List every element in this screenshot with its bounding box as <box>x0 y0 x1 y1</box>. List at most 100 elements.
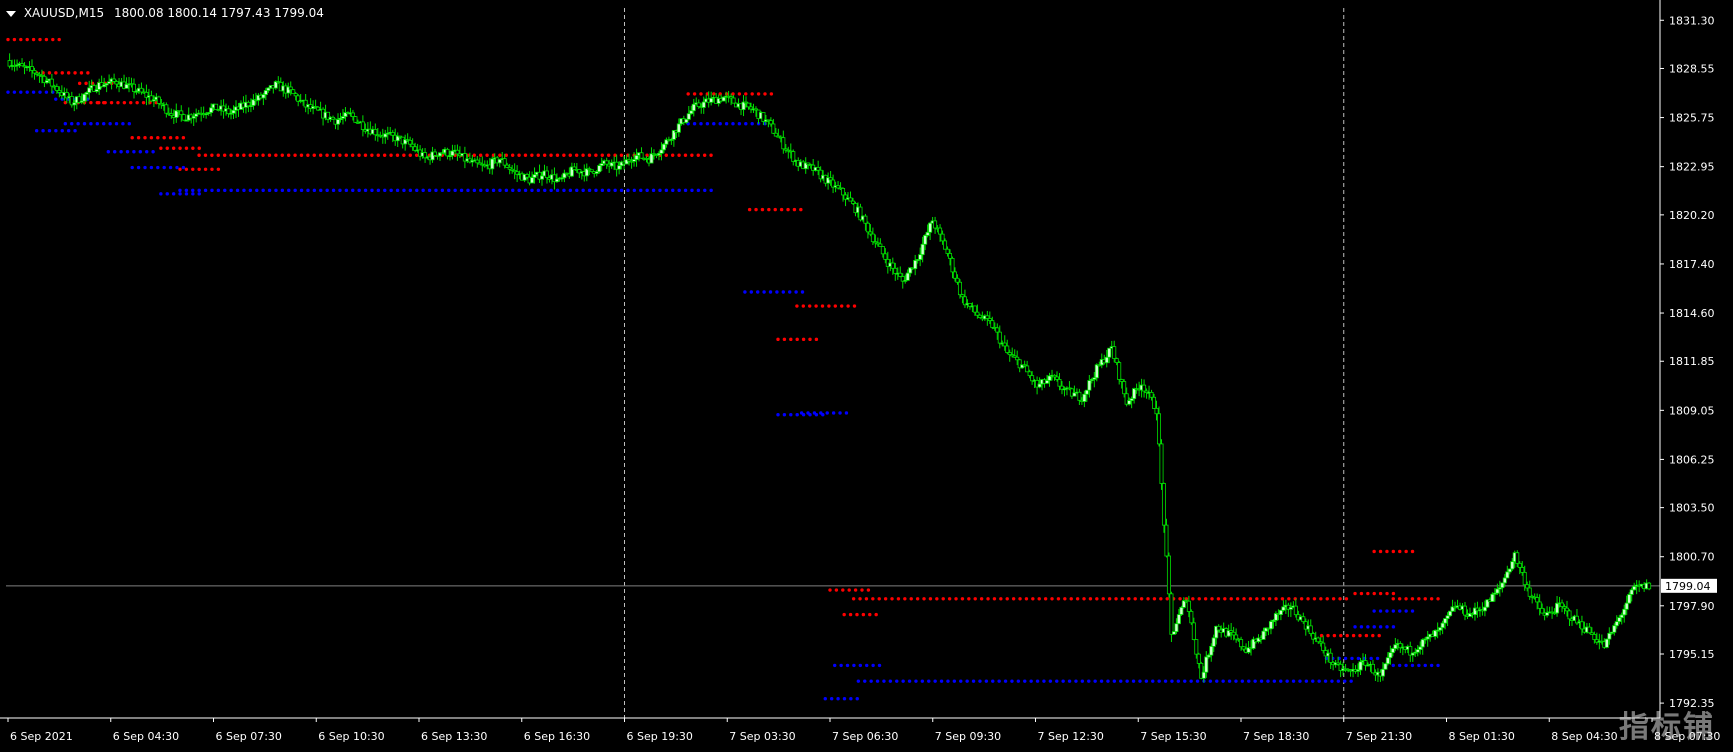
resistance-dot <box>1120 597 1125 601</box>
resistance-dot <box>318 153 323 157</box>
support-dot <box>138 150 143 154</box>
resistance-dot <box>756 92 761 96</box>
support-dot <box>1391 663 1395 668</box>
resistance-dot <box>683 153 688 157</box>
resistance-dot <box>909 597 913 601</box>
support-dot <box>1023 679 1027 683</box>
resistance-dot <box>25 37 29 42</box>
support-dot <box>287 188 291 193</box>
resistance-dot <box>1410 597 1415 601</box>
support-dot <box>344 188 349 193</box>
support-dot <box>1410 663 1415 668</box>
resistance-dot <box>523 153 528 157</box>
resistance-dot <box>370 153 374 157</box>
resistance-dot <box>197 167 201 171</box>
resistance-dot <box>73 71 77 75</box>
bear-candle <box>1161 483 1166 526</box>
bull-candle <box>1448 610 1453 617</box>
bull-candle <box>1209 645 1214 656</box>
bear-candle <box>890 262 895 269</box>
bull-candle <box>701 101 706 108</box>
bull-candle <box>686 113 691 120</box>
support-dot <box>108 122 112 126</box>
bear-candle <box>164 104 169 114</box>
support-dot <box>971 679 976 683</box>
support-dot <box>498 188 502 193</box>
bear-candle <box>880 246 885 255</box>
support-dot <box>485 188 489 193</box>
support-dot <box>1259 679 1264 683</box>
bear-candle <box>1525 584 1530 589</box>
resistance-dot <box>877 597 881 601</box>
support-dot <box>130 165 134 170</box>
resistance-dot <box>562 153 566 157</box>
bear-candle <box>156 96 161 104</box>
support-dot <box>658 188 662 193</box>
bull-candle <box>1082 393 1087 402</box>
support-dot <box>1003 679 1008 683</box>
support-dot <box>1330 679 1334 683</box>
resistance-dot <box>773 207 777 212</box>
time-tick-label: 7 Sep 06:30 <box>832 730 898 743</box>
support-dot <box>47 129 52 133</box>
bull-candle <box>925 231 930 236</box>
support-dot <box>1029 679 1033 683</box>
bear-candle <box>1154 408 1159 415</box>
support-dot <box>839 663 843 668</box>
resistance-dot <box>833 304 838 308</box>
support-dot <box>102 122 106 126</box>
bear-candle <box>746 102 751 108</box>
bull-candle <box>490 158 495 170</box>
support-dot <box>626 188 630 193</box>
symbol-header[interactable]: XAUUSD,M15 1800.08 1800.14 1797.43 1799.… <box>6 6 324 20</box>
resistance-dot <box>1353 591 1357 596</box>
bear-candle <box>1301 616 1306 623</box>
bull-candle <box>1176 614 1181 625</box>
bear-candle <box>1122 381 1127 395</box>
resistance-dot <box>1248 597 1253 601</box>
resistance-dot <box>197 153 201 157</box>
resistance-dot <box>222 153 227 157</box>
candlestick-chart[interactable]: 1831.30 1828.55 1825.75 1822.95 1820.20 1817.… <box>0 0 1733 752</box>
time-tick-label: 6 Sep 07:30 <box>216 730 282 743</box>
resistance-dot <box>1306 597 1310 601</box>
resistance-dot <box>129 100 133 105</box>
support-dot <box>1391 609 1396 613</box>
support-dot <box>89 122 93 126</box>
chart-window[interactable]: 1831.30 1828.55 1825.75 1822.95 1820.20 1817.… <box>0 0 1733 752</box>
bear-candle <box>1027 371 1032 377</box>
support-dot <box>1375 656 1380 661</box>
resistance-dot <box>606 153 611 157</box>
resistance-dot <box>986 597 990 601</box>
bear-candle <box>933 220 938 229</box>
bull-candle <box>1632 585 1637 591</box>
support-dot <box>1138 679 1142 683</box>
bear-candle <box>475 159 480 164</box>
resistance-dot <box>992 597 997 601</box>
support-dot <box>1080 679 1085 683</box>
price-tick-label: 1806.25 <box>1669 453 1715 466</box>
support-dot <box>504 188 509 193</box>
support-dot <box>762 290 766 294</box>
support-dot <box>865 663 869 668</box>
dropdown-triangle-icon[interactable] <box>6 10 16 17</box>
support-dot <box>718 122 722 126</box>
bear-candle <box>1515 552 1520 564</box>
bear-candle <box>1166 555 1171 595</box>
bear-candle <box>1196 653 1201 664</box>
bear-candle <box>179 110 184 116</box>
support-dot <box>1385 625 1389 629</box>
support-dot <box>223 188 227 193</box>
bull-candle <box>1482 606 1487 612</box>
resistance-dot <box>1372 591 1376 596</box>
bull-candle <box>597 165 602 173</box>
support-dot <box>106 150 111 154</box>
bear-candle <box>975 311 980 316</box>
support-dot <box>651 188 656 193</box>
bear-candle <box>1567 610 1572 620</box>
resistance-dot <box>754 207 758 212</box>
resistance-dot <box>814 337 819 342</box>
bear-candle <box>29 66 34 71</box>
resistance-dot <box>795 304 799 308</box>
support-dot <box>1311 679 1315 683</box>
